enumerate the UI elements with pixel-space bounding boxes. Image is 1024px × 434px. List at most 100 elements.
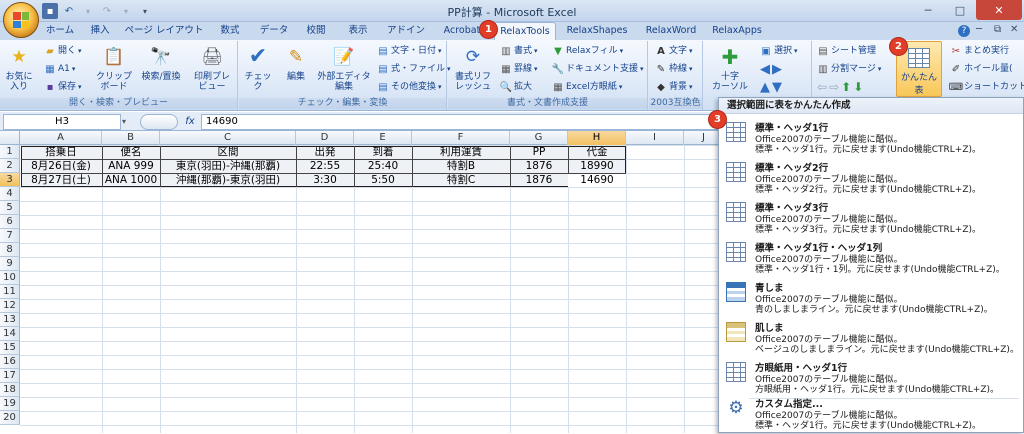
row-header[interactable]: 4 <box>0 187 20 201</box>
tab-insert[interactable]: 挿入 <box>82 22 118 40</box>
name-box-dropdown-icon[interactable]: ▾ <box>122 115 132 129</box>
up-green-icon[interactable]: ⬆ <box>841 80 851 95</box>
table-cell[interactable]: 特割B <box>412 159 510 173</box>
down-green-icon[interactable]: ⬇ <box>853 80 863 95</box>
wheel-amount-button[interactable]: ✐ ホイール量( <box>950 62 1013 77</box>
close-button[interactable]: ✕ <box>976 0 1022 20</box>
forward-icon[interactable]: ⇨ <box>829 80 839 95</box>
table-cell[interactable]: 22:55 <box>296 159 354 173</box>
name-box[interactable]: H3 <box>3 114 121 130</box>
table-header-cell[interactable]: 搭乗日 <box>20 145 102 159</box>
minimize-button[interactable]: ─ <box>912 0 944 20</box>
row-header[interactable]: 16 <box>0 355 20 369</box>
external-editor-button[interactable]: 📝 外部エディタ 編集 <box>315 44 373 93</box>
table-cell[interactable]: 1876 <box>510 159 568 173</box>
a1-button[interactable]: ▦ A1 ▾ <box>44 62 75 77</box>
tab-home[interactable]: ホーム <box>40 22 80 40</box>
edit-button[interactable]: ✎ 編集 <box>279 44 313 83</box>
tab-relaxapps[interactable]: RelaxApps <box>708 22 766 40</box>
menu-item-grid-paper-header1[interactable]: 方眼紙用・ヘッダ1行 Office2007のテーブル機能に酷似。 方眼紙用・ヘッ… <box>719 358 1023 398</box>
row-header[interactable]: 20 <box>0 411 20 425</box>
menu-item-standard-header1[interactable]: 標準・ヘッダ1行 Office2007のテーブル機能に酷似。 標準・ヘッダ1行。… <box>719 118 1023 158</box>
doc-support-button[interactable]: 🔧 ドキュメント支援 ▾ <box>552 62 644 77</box>
ribbon-minimize-icon[interactable]: ─ <box>976 24 982 35</box>
menu-item-blue-stripe[interactable]: 青しま Office2007のテーブル機能に酷似。 青のしましまライン。元に戻せ… <box>719 278 1023 318</box>
maximize-button[interactable]: □ <box>944 0 976 20</box>
table-cell[interactable]: 14690 <box>568 173 626 187</box>
frame-color-button[interactable]: ✎ 枠線 ▾ <box>655 62 693 77</box>
menu-item-standard-header2[interactable]: 標準・ヘッダ2行 Office2007のテーブル機能に酷似。 標準・ヘッダ2行。… <box>719 158 1023 198</box>
column-header-d[interactable]: D <box>296 131 354 145</box>
row-header[interactable]: 3 <box>0 173 20 187</box>
row-header[interactable]: 10 <box>0 271 20 285</box>
row-header[interactable]: 7 <box>0 229 20 243</box>
other-convert-button[interactable]: ▤ その他変換 ▾ <box>377 80 441 95</box>
menu-item-beige-stripe[interactable]: 肌しま Office2007のテーブル機能に酷似。 ベージュのしましまライン。元… <box>719 318 1023 358</box>
open-button[interactable]: ▰ 開く ▾ <box>44 44 81 59</box>
back-icon[interactable]: ⇦ <box>817 80 827 95</box>
table-cell[interactable]: 特割C <box>412 173 510 187</box>
row-header[interactable]: 5 <box>0 201 20 215</box>
row-header[interactable]: 19 <box>0 397 20 411</box>
row-header[interactable]: 14 <box>0 327 20 341</box>
table-cell[interactable]: 8月26日(金) <box>20 159 102 173</box>
select-all-corner[interactable] <box>0 131 20 145</box>
excel-section-button[interactable]: ▦ Excel方眼紙 ▾ <box>552 80 622 95</box>
ribbon-close-icon[interactable]: ✕ <box>1010 24 1018 35</box>
format-button[interactable]: ▥ 書式 ▾ <box>500 44 537 59</box>
column-header-f[interactable]: F <box>412 131 510 145</box>
row-header[interactable]: 1 <box>0 145 20 159</box>
favorites-button[interactable]: ★ お気に 入り <box>2 44 36 93</box>
zoom-button[interactable]: 🔍 拡大 <box>500 80 532 95</box>
arrow-up-icon[interactable]: ▲ <box>760 80 770 95</box>
table-header-cell[interactable]: 到着 <box>354 145 412 159</box>
tab-view[interactable]: 表示 <box>340 22 376 40</box>
search-replace-button[interactable]: 🔭 検索/置換 <box>136 44 186 83</box>
column-header-h[interactable]: H <box>568 131 626 145</box>
table-cell[interactable]: ANA 1000 <box>102 173 160 187</box>
column-header-a[interactable]: A <box>20 131 102 145</box>
table-cell[interactable]: 18990 <box>568 159 626 173</box>
table-cell[interactable]: ANA 999 <box>102 159 160 173</box>
split-merge-button[interactable]: ▥ 分割マージ ▾ <box>817 62 881 77</box>
arrow-left-icon[interactable]: ◀ <box>760 62 770 77</box>
tab-relaxshapes[interactable]: RelaxShapes <box>562 22 632 40</box>
row-header[interactable]: 11 <box>0 285 20 299</box>
clipboard-button[interactable]: 📋 クリップ ボード <box>95 44 133 93</box>
tab-relaxword[interactable]: RelaxWord <box>638 22 704 40</box>
table-cell[interactable]: 東京(羽田)-沖縄(那覇) <box>160 159 296 173</box>
print-preview-button[interactable]: 🖨 印刷プレ ビュー <box>188 44 236 93</box>
border-button[interactable]: ▦ 罫線 ▾ <box>500 62 537 77</box>
row-header[interactable]: 17 <box>0 369 20 383</box>
formula-input[interactable]: 14690 <box>201 114 721 130</box>
row-header[interactable]: 9 <box>0 257 20 271</box>
table-cell[interactable]: 25:40 <box>354 159 412 173</box>
table-header-cell[interactable]: PP <box>510 145 568 159</box>
background-color-button[interactable]: ◆ 背景 ▾ <box>655 80 692 95</box>
row-header[interactable]: 13 <box>0 313 20 327</box>
char-date-button[interactable]: ▤ 文字・日付 ▾ <box>377 44 441 59</box>
column-header-c[interactable]: C <box>160 131 296 145</box>
ribbon-restore-icon[interactable]: ⧉ <box>994 24 1001 35</box>
table-cell[interactable]: 8月27日(土) <box>20 173 102 187</box>
arrow-down-icon[interactable]: ▼ <box>772 80 782 95</box>
table-header-cell[interactable]: 出発 <box>296 145 354 159</box>
column-header-g[interactable]: G <box>510 131 568 145</box>
column-header-e[interactable]: E <box>354 131 412 145</box>
insert-function-icon[interactable]: fx <box>180 114 200 130</box>
batch-exec-button[interactable]: ✂ まとめ実行 <box>950 44 1009 59</box>
menu-item-standard-header-row-col[interactable]: 標準・ヘッダ1行・ヘッダ1列 Office2007のテーブル機能に酷似。 標準・… <box>719 238 1023 278</box>
row-header[interactable]: 8 <box>0 243 20 257</box>
menu-item-standard-header3[interactable]: 標準・ヘッダ3行 Office2007のテーブル機能に酷似。 標準・ヘッダ3行。… <box>719 198 1023 238</box>
navigation-arrows[interactable]: ⇦ ⇨ ⬆ ⬇ <box>817 80 863 95</box>
shortcut-button[interactable]: ⌨ ショートカット <box>949 80 1024 95</box>
arrow-right-icon[interactable]: ▶ <box>772 62 782 77</box>
check-button[interactable]: ✔ チェック <box>241 44 275 93</box>
formula-bar-splitter[interactable] <box>140 114 178 130</box>
relax-fill-button[interactable]: ▼ Relaxフィル ▾ <box>552 44 623 59</box>
formula-file-button[interactable]: ▤ 式・ファイル ▾ <box>377 62 450 77</box>
column-header-b[interactable]: B <box>102 131 160 145</box>
row-header[interactable]: 12 <box>0 299 20 313</box>
table-header-cell[interactable]: 区間 <box>160 145 296 159</box>
table-header-cell[interactable]: 利用運賃 <box>412 145 510 159</box>
